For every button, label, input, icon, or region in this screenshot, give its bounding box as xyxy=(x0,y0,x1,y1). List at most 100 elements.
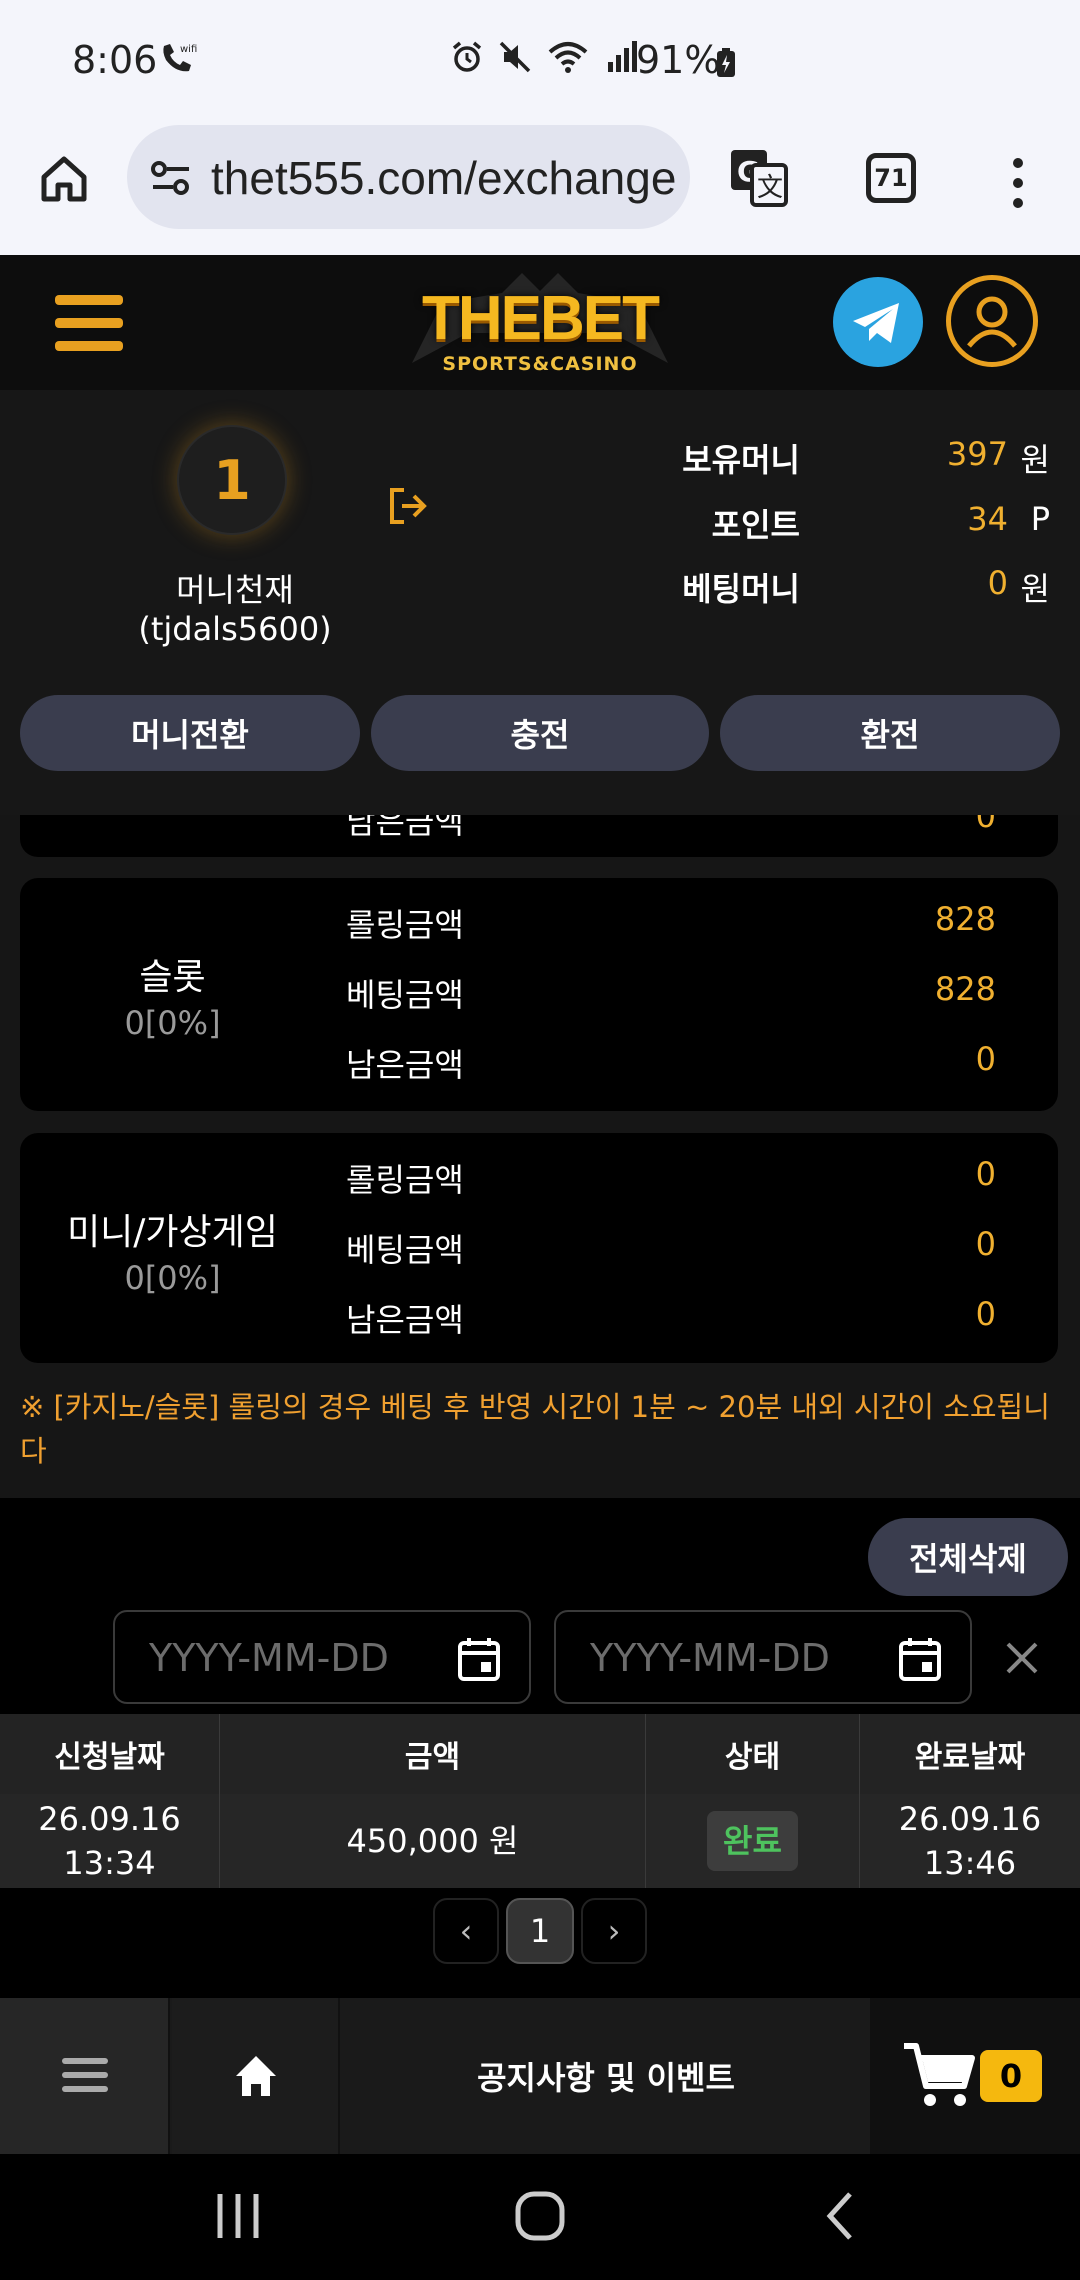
user-nickname: 머니천재 xyxy=(176,571,294,609)
row-value: 828 xyxy=(934,970,996,1008)
svg-text:文: 文 xyxy=(757,173,783,203)
site-logo[interactable]: THEBET SPORTS&CASINO xyxy=(402,273,678,383)
tab-switcher-button[interactable]: 71 xyxy=(866,153,916,203)
row-label: 남은금액 xyxy=(346,815,464,841)
telegram-button[interactable] xyxy=(833,277,923,367)
cell-time: 13:46 xyxy=(923,1844,1017,1882)
account-panel: 1 머니천재 (tjdals5600) 보유머니 397 원 포인트 34 P … xyxy=(0,390,1080,815)
home-nav-icon xyxy=(515,2191,565,2241)
user-icon xyxy=(967,296,1017,348)
delete-all-button[interactable]: 전체삭제 xyxy=(868,1518,1068,1596)
balance-row-betting: 베팅머니 0 원 xyxy=(620,564,1050,610)
pagination-prev[interactable]: ‹ xyxy=(433,1898,499,1964)
row-value: 0 xyxy=(975,1295,996,1333)
pagination-page-1[interactable]: 1 xyxy=(506,1898,574,1964)
rolling-notice: ※ [카지노/슬롯] 롤링의 경우 베팅 후 반영 시간이 1분 ~ 20분 내… xyxy=(20,1390,1050,1468)
recent-apps-icon xyxy=(217,2194,259,2238)
balance-row-point: 포인트 34 P xyxy=(620,500,1050,546)
site-settings-icon[interactable] xyxy=(149,161,193,199)
charge-button[interactable]: 충전 xyxy=(371,695,709,771)
cell-date: 26.09.16 xyxy=(898,1800,1042,1838)
row-label: 베팅금액 xyxy=(346,976,464,1014)
status-bar: 8:06 wifi 91% xyxy=(0,0,1080,125)
balance-label: 포인트 xyxy=(711,506,800,544)
table-cell-status: 완료 xyxy=(646,1794,860,1888)
battery-percent: 91% xyxy=(636,38,721,82)
money-convert-button[interactable]: 머니전환 xyxy=(20,695,360,771)
cell-amount: 450,000 원 xyxy=(346,1822,519,1860)
calendar-icon[interactable] xyxy=(898,1636,942,1682)
balance-unit: 원 xyxy=(1020,441,1050,479)
column-header: 금액 xyxy=(220,1714,646,1794)
home-icon[interactable] xyxy=(38,153,90,205)
exchange-history: 전체삭제 YYYY-MM-DD YYYY-MM-DD 신청날짜 금액 상태 완료… xyxy=(0,1498,1080,1998)
cart-icon xyxy=(904,2043,975,2106)
logout-icon[interactable] xyxy=(386,484,430,528)
balance-value: 397 xyxy=(946,435,1008,473)
card-title: 미니/가상게임 xyxy=(67,1212,278,1253)
user-id: (tjdals5600) xyxy=(138,610,332,648)
bottom-nav: 공지사항 및 이벤트 0 xyxy=(0,1998,1080,2154)
table-cell-request-date: 26.09.16 13:34 xyxy=(0,1794,220,1888)
column-header: 상태 xyxy=(646,1714,860,1794)
end-date-input[interactable]: YYYY-MM-DD xyxy=(554,1610,972,1704)
bottom-menu-button[interactable] xyxy=(0,1998,170,2154)
row-value: 828 xyxy=(934,900,996,938)
bottom-home-button[interactable] xyxy=(172,1998,340,2154)
mute-icon xyxy=(499,41,531,73)
battery-icon xyxy=(716,48,736,82)
more-menu-icon[interactable] xyxy=(1008,153,1028,213)
row-label: 남은금액 xyxy=(346,1301,464,1339)
telegram-icon xyxy=(853,303,899,343)
rolling-card-slot: 슬롯 0[0%] 롤링금액 828 베팅금액 828 남은금액 0 xyxy=(20,878,1058,1111)
balance-unit: 원 xyxy=(1020,570,1050,608)
logo-text: THEBET xyxy=(422,284,660,353)
clear-date-icon[interactable] xyxy=(1000,1636,1044,1680)
menu-icon[interactable] xyxy=(55,295,123,351)
cell-time: 13:34 xyxy=(63,1844,156,1882)
alarm-icon xyxy=(452,41,482,72)
status-time: 8:06 xyxy=(72,38,158,82)
card-percent: 0[0%] xyxy=(124,1004,221,1042)
balance-row-money: 보유머니 397 원 xyxy=(620,435,1050,481)
row-value: 0 xyxy=(975,1225,996,1263)
svg-text:wifi: wifi xyxy=(180,44,197,55)
logo-subtext: SPORTS&CASINO xyxy=(442,353,638,375)
wifi-call-icon: wifi xyxy=(158,40,198,80)
address-bar[interactable]: thet555.com/exchange xyxy=(127,125,690,229)
signal-icon xyxy=(608,41,637,72)
bet-cart-button[interactable]: 0 xyxy=(870,1998,1080,2154)
row-label: 남은금액 xyxy=(346,1046,464,1084)
row-value: 0 xyxy=(975,815,996,835)
rolling-card-partial: 남은금액 0 xyxy=(20,815,1058,857)
rolling-card-mini: 미니/가상게임 0[0%] 롤링금액 0 베팅금액 0 남은금액 0 xyxy=(20,1133,1058,1363)
row-value: 0 xyxy=(975,1155,996,1193)
balance-label: 베팅머니 xyxy=(682,570,800,608)
cell-date: 26.09.16 xyxy=(38,1800,181,1838)
wifi-icon xyxy=(548,42,588,73)
level-badge: 1 xyxy=(177,425,287,535)
row-label: 롤링금액 xyxy=(346,1161,464,1199)
notice-events-link[interactable]: 공지사항 및 이벤트 xyxy=(342,1998,870,2154)
column-header: 신청날짜 xyxy=(0,1714,220,1794)
row-label: 롤링금액 xyxy=(346,906,464,944)
exchange-button[interactable]: 환전 xyxy=(720,695,1060,771)
system-icons xyxy=(450,40,640,74)
table-cell-amount: 450,000 원 xyxy=(220,1794,646,1888)
url-text: thet555.com/exchange xyxy=(211,152,677,204)
back-nav-icon xyxy=(826,2192,852,2240)
cart-count-badge: 0 xyxy=(980,2050,1042,2102)
column-header: 완료날짜 xyxy=(860,1714,1080,1794)
row-value: 0 xyxy=(975,1040,996,1078)
balance-value: 34 xyxy=(967,500,1008,538)
calendar-icon[interactable] xyxy=(457,1636,501,1682)
card-title: 슬롯 xyxy=(139,957,206,998)
android-nav-bar xyxy=(0,2154,1080,2280)
date-placeholder: YYYY-MM-DD xyxy=(149,1636,389,1680)
translate-icon[interactable]: G文 xyxy=(728,147,790,209)
balance-unit: P xyxy=(1030,500,1050,538)
start-date-input[interactable]: YYYY-MM-DD xyxy=(113,1610,531,1704)
user-profile-button[interactable] xyxy=(946,275,1038,367)
site-header: THEBET SPORTS&CASINO xyxy=(0,255,1080,390)
pagination-next[interactable]: › xyxy=(581,1898,647,1964)
